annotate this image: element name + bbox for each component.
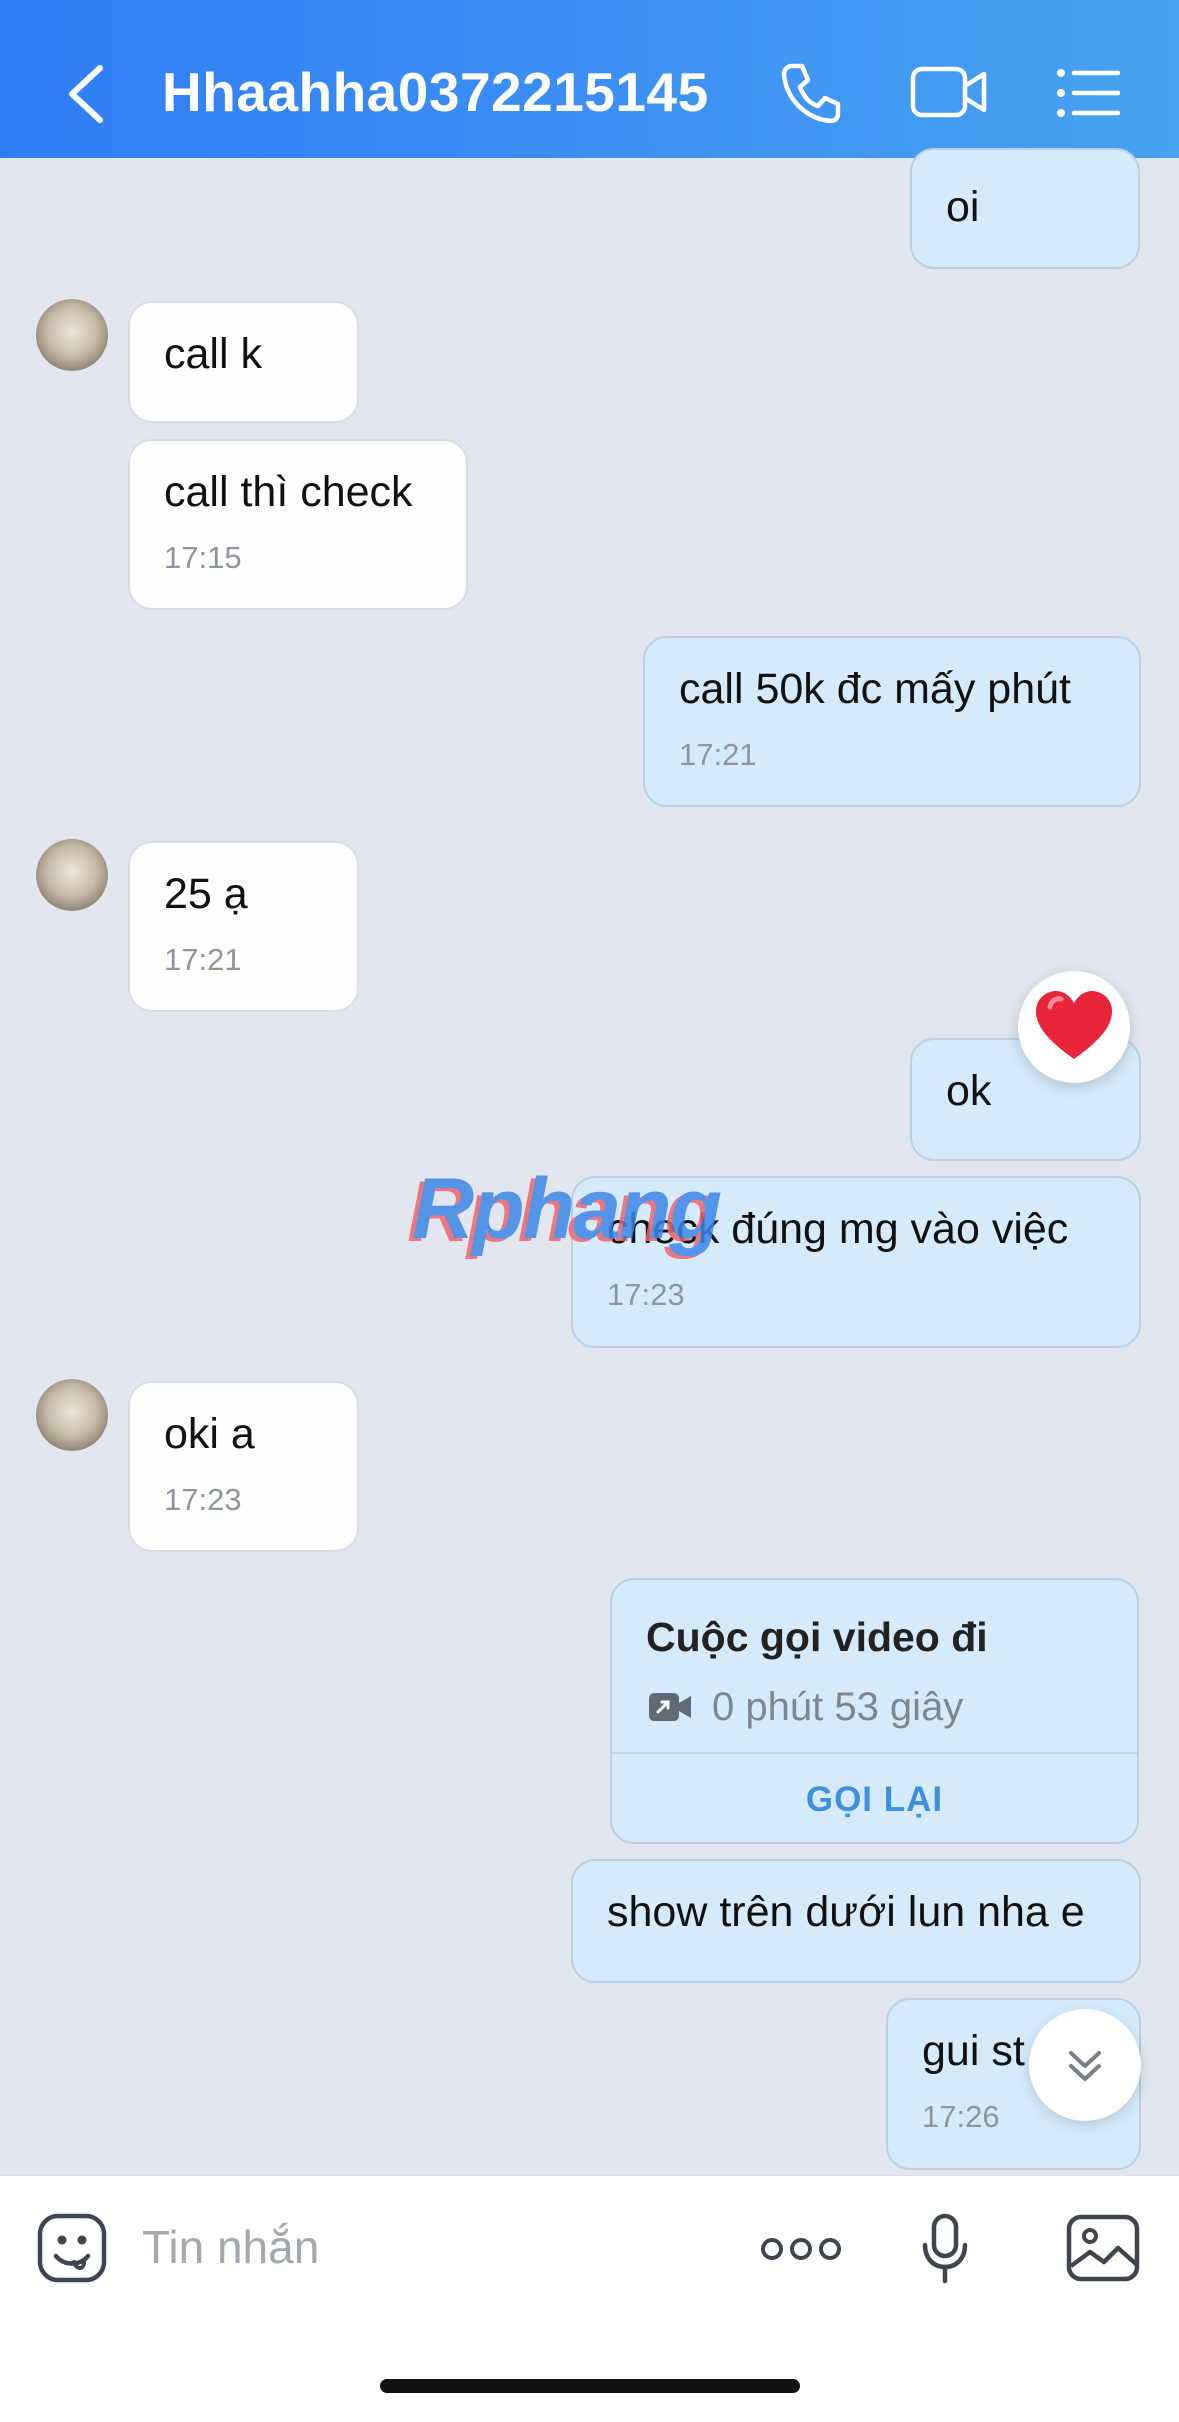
video-call-card[interactable]: Cuộc gọi video đi 0 phút 53 giây GỌI LẠI xyxy=(610,1578,1139,1844)
message-input[interactable]: Tin nhắn xyxy=(142,2220,319,2274)
message-text: call k xyxy=(164,330,262,378)
reaction-badge[interactable] xyxy=(1018,971,1130,1083)
message-bubble[interactable]: 25 ạ 17:21 xyxy=(128,841,359,1012)
phone-icon[interactable] xyxy=(778,60,844,126)
call-back-button[interactable]: GỌI LẠI xyxy=(612,1780,1137,1820)
scroll-to-bottom-button[interactable] xyxy=(1029,2009,1141,2121)
home-indicator xyxy=(380,2379,800,2393)
message-bubble[interactable]: show trên dưới lun nha e xyxy=(571,1859,1141,1983)
menu-list-icon[interactable] xyxy=(1056,68,1120,118)
heart-icon xyxy=(1036,991,1112,1059)
message-text: show trên dưới lun nha e xyxy=(607,1888,1085,1936)
chat-header: Hhaahha0372215145 xyxy=(0,0,1179,158)
message-text: call 50k đc mấy phút xyxy=(679,665,1071,713)
divider xyxy=(612,1752,1137,1754)
message-time: 17:15 xyxy=(164,540,242,575)
message-bubble[interactable]: call 50k đc mấy phút 17:21 xyxy=(643,636,1141,807)
message-time: 17:23 xyxy=(164,1482,242,1517)
call-duration: 0 phút 53 giây xyxy=(712,1685,964,1729)
message-text: oi xyxy=(946,183,980,231)
avatar[interactable] xyxy=(36,1379,108,1451)
message-text: 25 ạ xyxy=(164,870,248,918)
message-bubble[interactable]: call thì check 17:15 xyxy=(128,439,468,610)
more-icon[interactable] xyxy=(760,2236,842,2262)
avatar[interactable] xyxy=(36,299,108,371)
chat-title[interactable]: Hhaahha0372215145 xyxy=(162,60,709,124)
sticker-icon[interactable] xyxy=(36,2212,108,2284)
message-time: 17:21 xyxy=(164,942,242,977)
video-call-icon[interactable] xyxy=(910,64,988,120)
image-icon[interactable] xyxy=(1066,2214,1140,2282)
video-camera-icon xyxy=(649,1693,691,1721)
message-time: 17:21 xyxy=(679,737,757,772)
microphone-icon[interactable] xyxy=(920,2213,970,2285)
message-bubble[interactable]: oi xyxy=(910,148,1140,269)
call-title: Cuộc gọi video đi xyxy=(646,1614,988,1660)
message-bubble[interactable]: oki a 17:23 xyxy=(128,1381,359,1552)
message-bubble[interactable]: call k xyxy=(128,301,359,423)
avatar[interactable] xyxy=(36,839,108,911)
message-time: 17:23 xyxy=(607,1277,685,1312)
watermark-logo: Rphang xyxy=(412,1161,722,1257)
message-text: call thì check xyxy=(164,468,413,516)
double-chevron-down-icon xyxy=(1069,2051,1101,2081)
back-chevron-icon[interactable] xyxy=(62,62,110,126)
message-text: oki a xyxy=(164,1410,255,1458)
